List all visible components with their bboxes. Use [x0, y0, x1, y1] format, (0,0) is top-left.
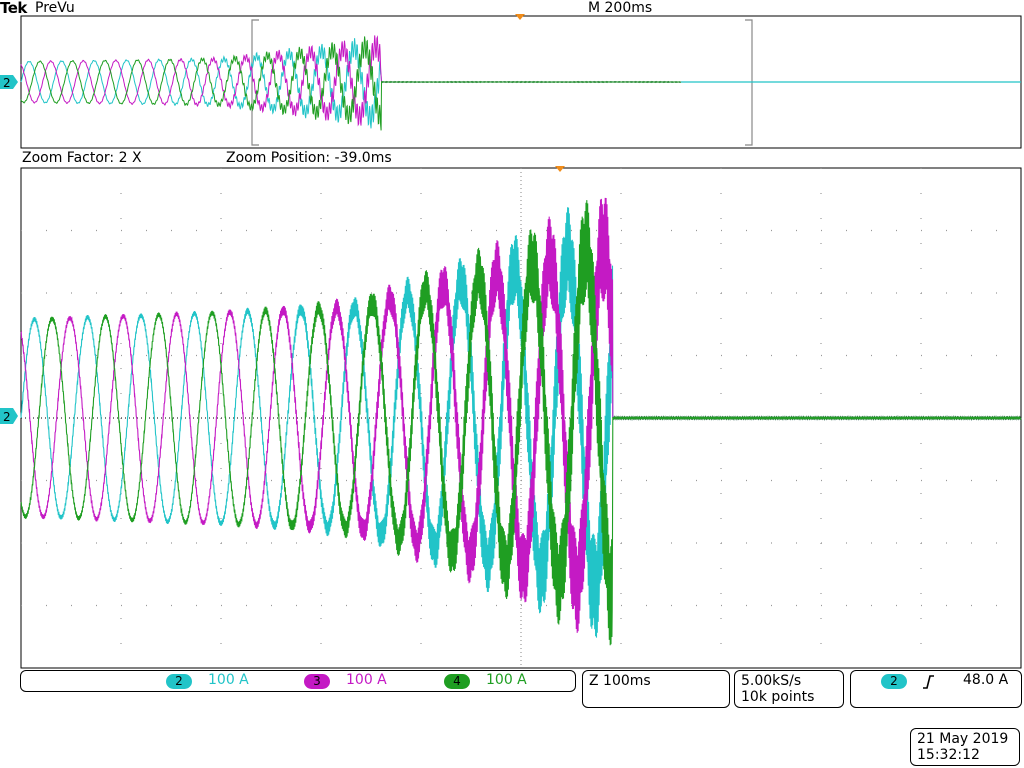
- acquisition-panel[interactable]: 5.00kS/s 10k points: [734, 670, 844, 708]
- ch2-badge[interactable]: 2: [166, 674, 192, 689]
- channel-readout-bar: 2 100 A 3 100 A 4 100 A: [20, 670, 576, 692]
- zoom-timebase-panel[interactable]: Z 100ms: [582, 670, 730, 708]
- trigger-level: 48.0 A: [963, 672, 1009, 688]
- ch4-scale: 100 A: [486, 672, 527, 688]
- rising-edge-icon: [923, 675, 934, 689]
- ch2-scale: 100 A: [208, 672, 249, 688]
- trigger-source-badge: 2: [881, 674, 907, 689]
- sample-rate: 5.00kS/s: [741, 673, 802, 689]
- datetime-panel: 21 May 2019 15:32:12: [910, 728, 1020, 766]
- time: 15:32:12: [917, 747, 980, 763]
- ch3-badge[interactable]: 3: [304, 674, 330, 689]
- zoom-timebase: Z 100ms: [589, 673, 651, 689]
- ch3-scale: 100 A: [346, 672, 387, 688]
- ch4-badge[interactable]: 4: [444, 674, 470, 689]
- zoom-waveform-graticule[interactable]: 2: [0, 0, 1024, 670]
- record-length: 10k points: [741, 689, 815, 705]
- ch2-ground-label: 2: [3, 410, 11, 424]
- date: 21 May 2019: [917, 731, 1009, 747]
- trigger-panel[interactable]: 2 48.0 A: [850, 670, 1022, 708]
